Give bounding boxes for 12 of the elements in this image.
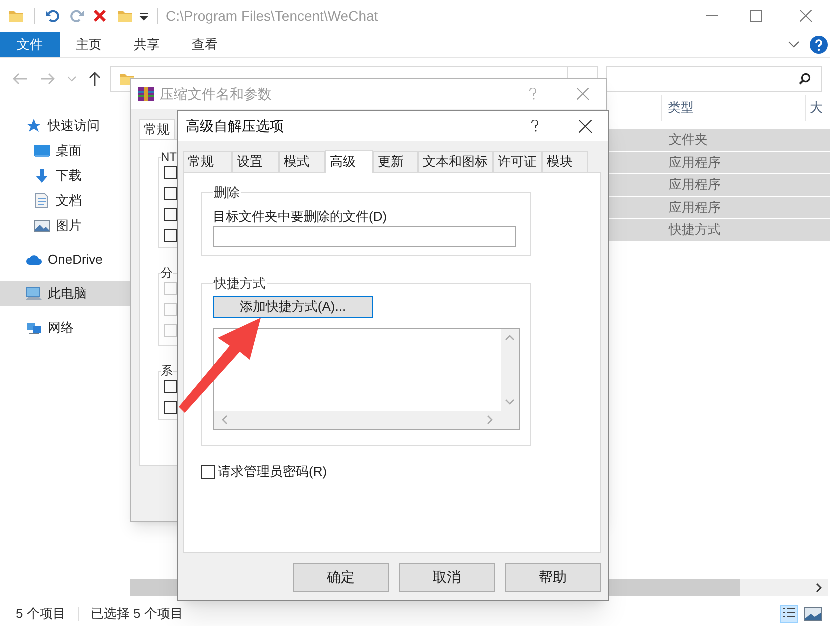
status-text: 5 个项目 <box>16 605 66 624</box>
group-label: 系 <box>161 363 173 380</box>
window-title: C:\Program Files\Tencent\WeChat <box>166 6 378 26</box>
dialog-title: 压缩文件名和参数 <box>160 84 272 104</box>
group-label: 删除 <box>213 184 241 202</box>
dialog-title: 高级自解压选项 <box>186 116 284 136</box>
status-text: 已选择 5 个项目 <box>90 605 184 624</box>
group-label: NT <box>161 149 177 166</box>
group-label: 分 <box>161 265 173 282</box>
group-label: 快捷方式 <box>213 275 267 293</box>
field-label: 目标文件夹中要删除的文件(D) <box>213 208 388 226</box>
checkbox-label: 请求管理员密码(R) <box>218 463 328 481</box>
